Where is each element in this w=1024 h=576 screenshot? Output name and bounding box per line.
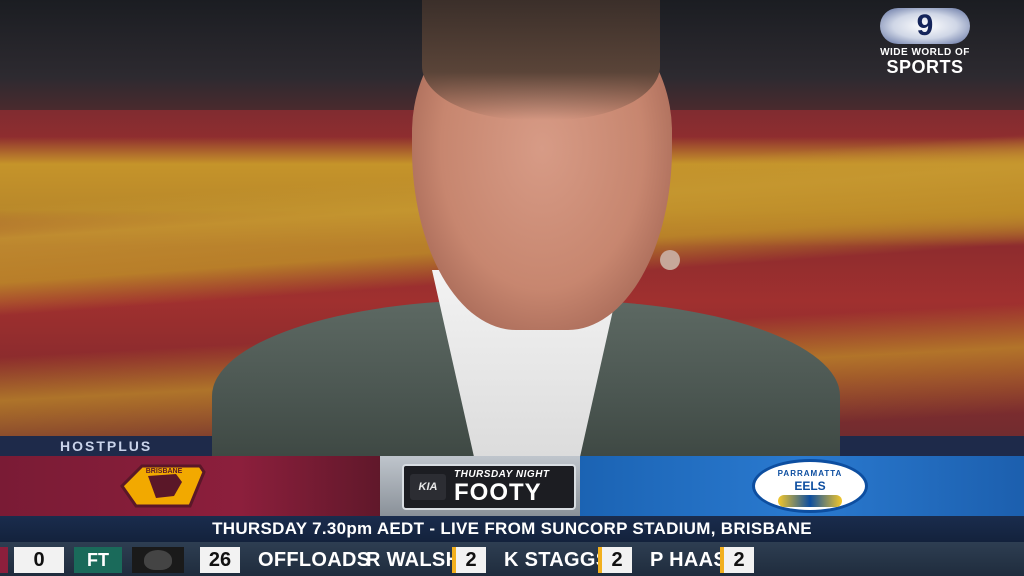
headset-microphone <box>660 250 680 270</box>
logo-line-2: SPORTS <box>886 57 964 77</box>
logo-mark: 9 <box>916 9 934 42</box>
eels-crest-icon: PARRAMATTA EELS <box>752 459 868 513</box>
show-title-box: KIA THURSDAY NIGHT FOOTY <box>402 464 576 510</box>
network-logo: 9 WIDE WORLD OF SPORTS <box>878 8 972 76</box>
player-name: P HAAS <box>650 549 728 571</box>
channel-9-icon: 9 <box>880 8 970 44</box>
info-bar: THURSDAY 7.30pm AEDT - LIVE FROM SUNCORP… <box>0 516 1024 542</box>
away-team-line2: EELS <box>794 479 826 493</box>
player-name: K STAGGS <box>504 549 610 571</box>
home-team-name: BRISBANE <box>146 468 183 475</box>
player-stat-value: 2 <box>598 547 632 573</box>
home-score: 0 <box>14 547 64 573</box>
panther-icon <box>132 547 184 573</box>
score-ticker: 0 FT 26 OFFLOADS R WALSH 2 K STAGGS 2 P … <box>0 542 1024 576</box>
presenter-hair <box>422 0 660 120</box>
info-bar-text: THURSDAY 7.30pm AEDT - LIVE FROM SUNCORP… <box>212 519 812 538</box>
player-stat-value: 2 <box>720 547 754 573</box>
player-stat-value: 2 <box>452 547 486 573</box>
broncos-crest-icon: BRISBANE <box>120 464 206 508</box>
player-name: R WALSH <box>366 549 461 571</box>
eel-icon <box>778 495 842 507</box>
presenter <box>212 0 840 456</box>
kia-logo-icon: KIA <box>410 474 446 500</box>
show-title-large: FOOTY <box>454 479 542 506</box>
away-score: 26 <box>200 547 240 573</box>
stat-label: OFFLOADS <box>258 549 371 571</box>
broadcast-video-frame: HOSTPLUS 9 WIDE WORLD OF SPORTS <box>0 0 1024 456</box>
home-team-stripe <box>0 547 8 573</box>
adboard-text: HOSTPLUS <box>60 438 153 454</box>
match-status-badge: FT <box>74 547 122 573</box>
away-team-line1: PARRAMATTA <box>777 469 843 478</box>
